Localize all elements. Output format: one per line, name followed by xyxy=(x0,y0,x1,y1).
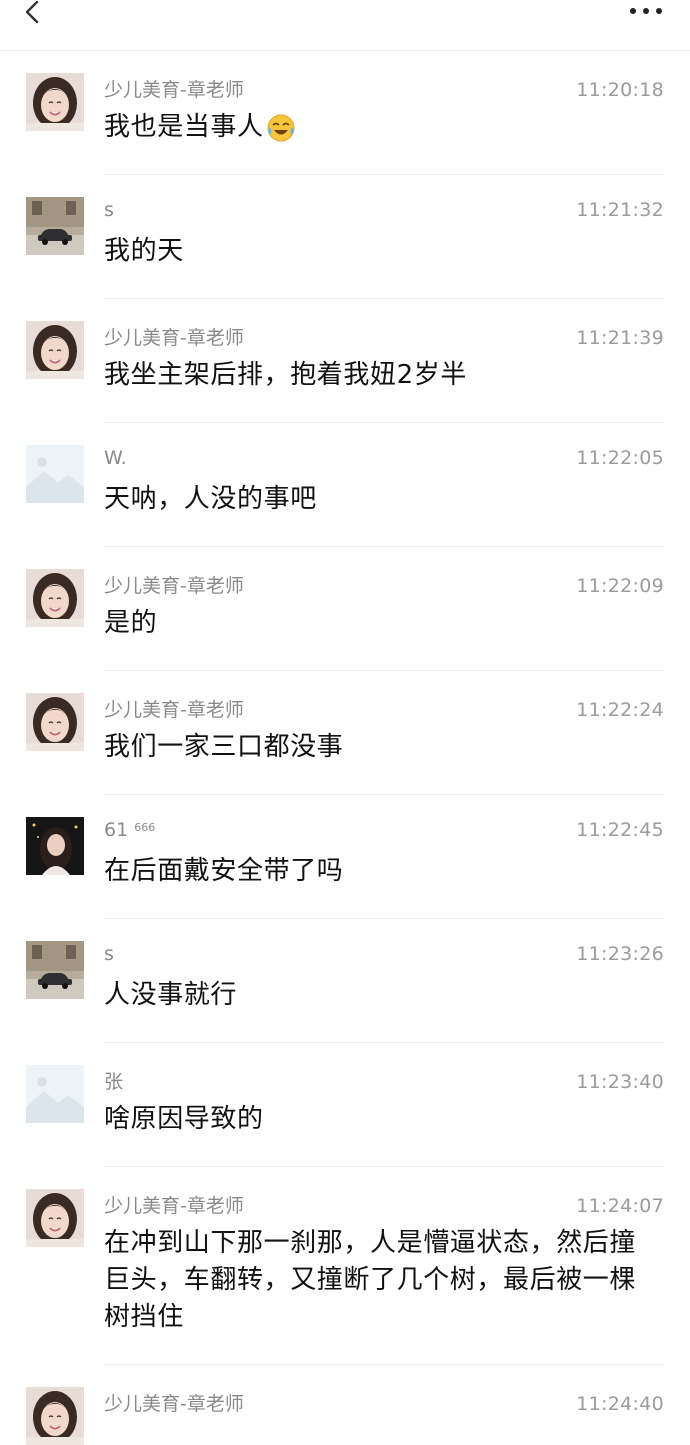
message-text: 啥原因导致的 xyxy=(104,1104,264,1134)
placeholder-avatar[interactable] xyxy=(26,1065,84,1123)
sender-name[interactable]: W. xyxy=(104,447,127,469)
message-time: 11:23:40 xyxy=(576,1071,664,1093)
message-time: 11:23:26 xyxy=(576,943,664,965)
message-text: 在后面戴安全带了吗 xyxy=(104,856,344,886)
woman-avatar[interactable] xyxy=(26,693,84,751)
message-item[interactable]: 少儿美育-章老师 11:24:07 在冲到山下那一刹那，人是懵逼状态，然后撞 巨… xyxy=(0,1167,690,1365)
message-item[interactable]: s 11:21:32 我的天 xyxy=(0,175,690,299)
message-item[interactable]: s 11:23:26 人没事就行 xyxy=(0,919,690,1043)
message-time: 11:20:18 xyxy=(576,79,664,101)
message-text-line: 巨头，车翻转，又撞断了几个树，最后被一棵 xyxy=(104,1265,637,1295)
sender-name-superscript: 666 xyxy=(134,821,156,834)
sender-name[interactable]: 少儿美育-章老师 xyxy=(104,571,244,598)
message-content: W. 11:22:05 天呐，人没的事吧 xyxy=(104,423,664,547)
top-bar xyxy=(0,0,690,51)
message-content: s 11:21:32 我的天 xyxy=(104,175,664,299)
message-content: 少儿美育-章老师 11:24:07 在冲到山下那一刹那，人是懵逼状态，然后撞 巨… xyxy=(104,1167,664,1365)
message-text: 我的天 xyxy=(104,236,184,266)
message-time: 11:21:39 xyxy=(576,327,664,349)
message-time: 11:22:05 xyxy=(576,447,664,469)
sender-name[interactable]: 张 xyxy=(104,1067,123,1094)
message-content: 张 11:23:40 啥原因导致的 xyxy=(104,1043,664,1167)
message-item[interactable]: 少儿美育-章老师 11:22:24 我们一家三口都没事 xyxy=(0,671,690,795)
message-content: 少儿美育-章老师 11:24:40 xyxy=(104,1365,664,1417)
message-item[interactable]: W. 11:22:05 天呐，人没的事吧 xyxy=(0,423,690,547)
placeholder-avatar[interactable] xyxy=(26,445,84,503)
sender-name[interactable]: 少儿美育-章老师 xyxy=(104,323,244,350)
sender-name[interactable]: 少儿美育-章老师 xyxy=(104,75,244,102)
woman-avatar[interactable] xyxy=(26,73,84,131)
message-time: 11:24:40 xyxy=(576,1393,664,1415)
message-text: 在冲到山下那一刹那，人是懵逼状态，然后撞 巨头，车翻转，又撞断了几个树，最后被一… xyxy=(104,1219,664,1364)
sender-name[interactable]: s xyxy=(104,199,114,221)
message-list: 少儿美育-章老师 11:20:18 我也是当事人 s 11:21:32 我的天 … xyxy=(0,51,690,1417)
message-text-line: 树挡住 xyxy=(104,1302,184,1332)
message-item[interactable]: 61 666 11:22:45 在后面戴安全带了吗 xyxy=(0,795,690,919)
message-text: 我坐主架后排，抱着我妞2岁半 xyxy=(104,360,467,390)
sender-name[interactable]: s xyxy=(104,943,114,965)
message-content: 少儿美育-章老师 11:21:39 我坐主架后排，抱着我妞2岁半 xyxy=(104,299,664,423)
message-content: 61 666 11:22:45 在后面戴安全带了吗 xyxy=(104,795,664,919)
sender-name[interactable]: 少儿美育-章老师 xyxy=(104,1191,244,1218)
message-content: 少儿美育-章老师 11:22:09 是的 xyxy=(104,547,664,671)
message-text-line: 在冲到山下那一刹那，人是懵逼状态，然后撞 xyxy=(104,1228,637,1258)
message-content: 少儿美育-章老师 11:22:24 我们一家三口都没事 xyxy=(104,671,664,795)
car-street-avatar[interactable] xyxy=(26,941,84,999)
message-item[interactable]: 少儿美育-章老师 11:24:40 xyxy=(0,1365,690,1417)
message-time: 11:22:24 xyxy=(576,699,664,721)
message-time: 11:22:09 xyxy=(576,575,664,597)
message-text: 是的 xyxy=(104,608,158,638)
car-street-avatar[interactable] xyxy=(26,197,84,255)
chevron-left-icon[interactable] xyxy=(18,0,48,30)
message-item[interactable]: 少儿美育-章老师 11:22:09 是的 xyxy=(0,547,690,671)
message-text: 人没事就行 xyxy=(104,980,238,1010)
message-time: 11:21:32 xyxy=(576,199,664,221)
message-text: 天呐，人没的事吧 xyxy=(104,484,317,514)
woman-avatar[interactable] xyxy=(26,569,84,627)
message-content: s 11:23:26 人没事就行 xyxy=(104,919,664,1043)
message-time: 11:24:07 xyxy=(576,1195,664,1217)
message-time: 11:22:45 xyxy=(576,819,664,841)
sender-name[interactable]: 61 666 xyxy=(104,819,155,841)
message-text: 我们一家三口都没事 xyxy=(104,732,344,762)
woman-avatar[interactable] xyxy=(26,321,84,379)
laughing-crying-emoji-icon xyxy=(267,114,295,141)
message-item[interactable]: 少儿美育-章老师 11:21:39 我坐主架后排，抱着我妞2岁半 xyxy=(0,299,690,423)
message-text: 我也是当事人 xyxy=(104,103,664,174)
message-item[interactable]: 张 11:23:40 啥原因导致的 xyxy=(0,1043,690,1167)
sender-name[interactable]: 少儿美育-章老师 xyxy=(104,695,244,722)
sender-name[interactable]: 少儿美育-章老师 xyxy=(104,1389,244,1416)
woman-avatar[interactable] xyxy=(26,1189,84,1247)
more-dots-icon[interactable] xyxy=(628,6,664,16)
message-content: 少儿美育-章老师 11:20:18 我也是当事人 xyxy=(104,51,664,175)
woman-avatar[interactable] xyxy=(26,1387,84,1445)
girl-night-avatar[interactable] xyxy=(26,817,84,875)
message-item[interactable]: 少儿美育-章老师 11:20:18 我也是当事人 xyxy=(0,51,690,175)
